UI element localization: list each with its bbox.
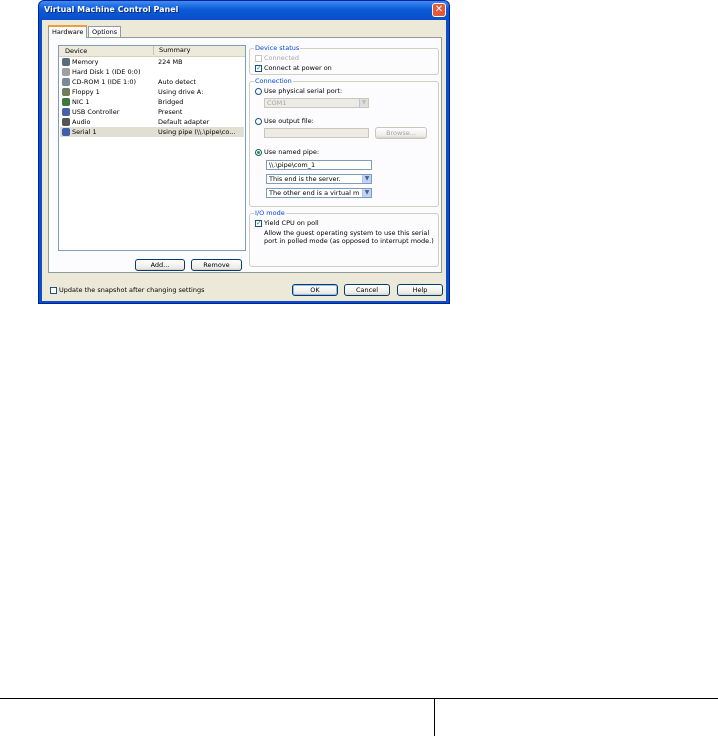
- connect-at-power-on-checkbox[interactable]: ✓: [255, 65, 262, 72]
- pipe-name-input[interactable]: \\.\pipe\com_1: [266, 160, 372, 170]
- device-name: Audio: [72, 118, 91, 126]
- cdrom-icon: [62, 78, 70, 86]
- update-snapshot-label[interactable]: Update the snapshot after changing setti…: [59, 286, 204, 294]
- device-name: Floppy 1: [72, 88, 100, 96]
- device-list[interactable]: Device Summary Memory 224 MB Hard Disk 1 (…: [58, 45, 246, 251]
- nic-icon: [62, 98, 70, 106]
- help-button[interactable]: Help: [397, 284, 443, 296]
- tab-options[interactable]: Options: [88, 26, 122, 37]
- use-physical-port-radio[interactable]: [255, 88, 262, 95]
- device-list-item[interactable]: Floppy 1 Using drive A:: [60, 87, 244, 97]
- bottom-divider: [434, 699, 435, 736]
- device-summary: Bridged: [158, 98, 184, 106]
- memory-icon: [62, 58, 70, 66]
- connected-label: Connected: [264, 54, 300, 62]
- window-title: Virtual Machine Control Panel: [44, 5, 179, 14]
- use-output-file-radio[interactable]: [255, 118, 262, 125]
- use-output-file-label[interactable]: Use output file:: [264, 117, 314, 125]
- device-name: USB Controller: [72, 108, 120, 116]
- connected-checkbox: [255, 55, 262, 62]
- other-end-select[interactable]: The other end is a virtual m ▼: [266, 188, 372, 198]
- io-mode-description: Allow the guest operating system to use …: [264, 229, 434, 245]
- device-name: Memory: [72, 58, 99, 66]
- remove-button[interactable]: Remove: [191, 259, 242, 271]
- device-list-item[interactable]: Audio Default adapter: [60, 117, 244, 127]
- floppy-icon: [62, 88, 70, 96]
- device-summary: Auto detect: [158, 78, 196, 86]
- update-snapshot-checkbox[interactable]: [50, 287, 57, 294]
- io-mode-label: I/O mode: [254, 209, 286, 217]
- close-icon: ✕: [434, 4, 444, 15]
- device-name: Serial 1: [72, 128, 97, 136]
- close-button[interactable]: ✕: [432, 3, 446, 17]
- dialog-client: Hardware Options Device Summary Memory 22…: [42, 20, 446, 301]
- output-file-input[interactable]: [264, 128, 369, 138]
- connect-at-power-on-label[interactable]: Connect at power on: [264, 64, 332, 72]
- device-list-item[interactable]: NIC 1 Bridged: [60, 97, 244, 107]
- device-list-item[interactable]: Serial 1 Using pipe (\\.\pipe\co...: [60, 127, 244, 137]
- device-list-item[interactable]: USB Controller Present: [60, 107, 244, 117]
- usb-icon: [62, 108, 70, 116]
- column-summary[interactable]: Summary: [153, 46, 190, 55]
- device-summary: Present: [158, 108, 183, 116]
- end-role-value: This end is the server.: [269, 175, 341, 183]
- add-button[interactable]: Add...: [135, 259, 185, 271]
- device-list-item[interactable]: Memory 224 MB: [60, 57, 244, 67]
- device-status-group: Device status Connected ✓ Connect at pow…: [249, 44, 439, 75]
- chevron-down-icon: ▼: [362, 189, 371, 197]
- column-device[interactable]: Device: [65, 47, 87, 55]
- tab-hardware[interactable]: Hardware: [48, 25, 88, 38]
- device-name: Hard Disk 1 (IDE 0:0): [72, 68, 141, 76]
- hard-disk-icon: [62, 68, 70, 76]
- end-role-select[interactable]: This end is the server. ▼: [266, 174, 372, 184]
- ok-button[interactable]: OK: [292, 284, 338, 296]
- cancel-button[interactable]: Cancel: [344, 284, 390, 296]
- use-physical-port-label[interactable]: Use physical serial port:: [264, 87, 342, 95]
- bottom-rule: [0, 698, 718, 699]
- audio-icon: [62, 118, 70, 126]
- connection-group: Connection Use physical serial port: COM…: [249, 77, 439, 207]
- title-bar[interactable]: Virtual Machine Control Panel ✕: [39, 1, 449, 20]
- yield-cpu-checkbox[interactable]: ✓: [255, 220, 262, 227]
- device-summary: Using drive A:: [158, 88, 204, 96]
- hardware-tab-panel: Device Summary Memory 224 MB Hard Disk 1 (…: [48, 37, 442, 273]
- device-name: CD-ROM 1 (IDE 1:0): [72, 78, 137, 86]
- use-named-pipe-label[interactable]: Use named pipe:: [264, 148, 319, 156]
- io-mode-group: I/O mode ✓ Yield CPU on poll Allow the g…: [249, 209, 439, 267]
- chevron-down-icon: ▼: [359, 99, 368, 107]
- device-summary: Default adapter: [158, 118, 210, 126]
- other-end-value: The other end is a virtual m: [269, 189, 360, 197]
- connection-label: Connection: [254, 77, 293, 85]
- device-summary: Using pipe (\\.\pipe\co...: [158, 128, 236, 136]
- yield-cpu-label[interactable]: Yield CPU on poll: [264, 219, 319, 227]
- chevron-down-icon: ▼: [362, 175, 371, 183]
- device-status-label: Device status: [254, 44, 301, 52]
- browse-button[interactable]: Browse...: [375, 127, 427, 139]
- physical-port-value: COM1: [267, 99, 287, 107]
- device-list-item[interactable]: Hard Disk 1 (IDE 0:0): [60, 67, 244, 77]
- vm-control-panel-window: Virtual Machine Control Panel ✕ Hardware…: [38, 0, 450, 304]
- use-named-pipe-radio[interactable]: [255, 149, 262, 156]
- device-summary: 224 MB: [158, 58, 183, 66]
- device-list-item[interactable]: CD-ROM 1 (IDE 1:0) Auto detect: [60, 77, 244, 87]
- serial-port-icon: [62, 128, 70, 136]
- device-name: NIC 1: [72, 98, 90, 106]
- physical-port-select[interactable]: COM1 ▼: [264, 98, 369, 108]
- device-list-header: Device Summary: [59, 46, 245, 57]
